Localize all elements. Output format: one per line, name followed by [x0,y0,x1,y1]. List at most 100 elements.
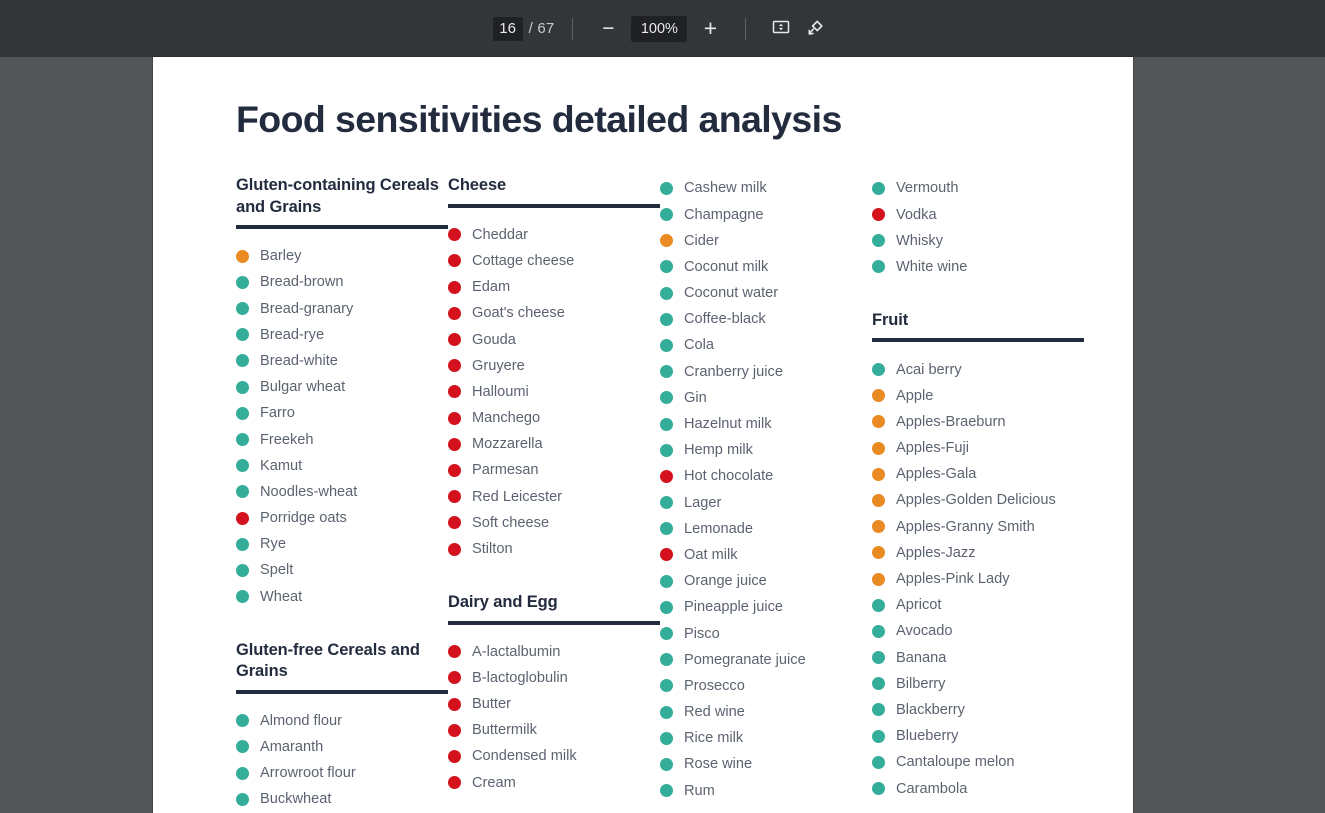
section-heading: Gluten-free Cereals and Grains [236,640,420,681]
page-number-input[interactable] [492,16,523,41]
status-dot-green-icon [236,380,249,394]
list-item: Apricot [872,592,1084,618]
list-item-label: Gouda [472,331,516,348]
list-item-label: Farro [260,405,295,422]
zoom-in-button[interactable]: + [693,12,727,46]
status-dot-green-icon [236,406,249,420]
status-dot-green-icon [660,443,673,457]
list-item-label: Bread-white [260,352,338,369]
list-item: Bilberry [872,671,1084,697]
status-dot-green-icon [872,260,885,274]
list-item: Vodka [872,201,1084,227]
list-item: Soft cheese [448,510,660,536]
status-dot-red-icon [448,306,461,320]
list-item: Coconut water [660,280,872,306]
list-item-label: Whisky [896,232,944,249]
section: Cashew milk Champagne Cider Coconut milk Coc… [660,175,872,804]
zoom-out-button[interactable]: − [591,12,625,46]
status-dot-green-icon [872,598,885,612]
status-dot-red-icon [448,776,461,790]
item-list: Acai berry Apple Apples-Braeburn Apples-Fuj… [872,356,1084,801]
status-dot-red-icon [448,411,461,425]
list-item-label: Arrowroot flour [260,765,356,782]
section: Fruit Acai berry Apple Apples-Braeburn Apple… [872,310,1084,802]
page-total-label: / 67 [528,20,555,37]
list-item: Bread-granary [236,296,448,322]
list-item-label: Bread-brown [260,274,344,291]
list-item-label: Manchego [472,410,541,427]
list-item: Coffee-black [660,306,872,332]
status-dot-green-icon [660,312,673,326]
list-item: Acai berry [872,356,1084,382]
status-dot-orange-icon [872,389,885,403]
list-item: Oat milk [660,542,872,568]
list-item: Apples-Jazz [872,540,1084,566]
list-item-label: Wheat [260,588,303,605]
list-item: Farro [236,400,448,426]
status-dot-red-icon [448,697,461,711]
list-item: Freekeh [236,426,448,452]
rotate-button[interactable] [798,12,832,46]
list-item: White wine [872,254,1084,280]
list-item: Edam [448,274,660,300]
status-dot-red-icon [448,333,461,347]
list-item: Blackberry [872,697,1084,723]
list-item: Parmesan [448,457,660,483]
list-item-label: Freekeh [260,431,314,448]
section-rule [448,620,660,625]
list-item: Carambola [872,775,1084,801]
status-dot-green-icon [236,302,249,316]
list-item: Champagne [660,201,872,227]
list-item-label: Banana [896,649,947,666]
status-dot-green-icon [872,624,885,638]
status-dot-red-icon [448,228,461,242]
list-item-label: Almond flour [260,712,342,729]
page-content: Food sensitivities detailed analysis Glu… [236,98,1133,813]
list-item-label: Champagne [684,206,764,223]
list-item: Mozzarella [448,431,660,457]
status-dot-green-icon [236,328,249,342]
list-item: Prosecco [660,673,872,699]
list-item: Red Leicester [448,484,660,510]
list-item: Bread-white [236,348,448,374]
list-item-label: Cottage cheese [472,252,575,269]
status-dot-red-icon [660,469,673,483]
list-item: Spelt [236,557,448,583]
status-dot-green-icon [236,766,249,780]
list-item: Cheddar [448,222,660,248]
item-list: Almond flour Amaranth Arrowroot flour Buckw… [236,708,448,813]
zoom-level-display[interactable]: 100% [631,15,688,42]
status-dot-green-icon [660,705,673,719]
list-item: Condensed milk [448,743,660,769]
list-item-label: Oat milk [684,546,738,563]
list-item-label: Apples-Braeburn [896,413,1006,430]
list-item-label: Edam [472,279,511,296]
column-4: Vermouth Vodka Whisky White wine Fruit Acai b… [872,175,1084,812]
status-dot-orange-icon [872,572,885,586]
list-item: Apples-Granny Smith [872,514,1084,540]
status-dot-green-icon [660,417,673,431]
list-item: Apples-Pink Lady [872,566,1084,592]
list-item-label: Acai berry [896,361,962,378]
status-dot-green-icon [872,729,885,743]
fit-to-page-button[interactable] [764,12,798,46]
list-item-label: Gin [684,389,707,406]
list-item: Goat's cheese [448,300,660,326]
status-dot-red-icon [448,463,461,477]
list-item-label: Lemonade [684,520,753,537]
status-dot-green-icon [872,651,885,665]
status-dot-green-icon [660,391,673,405]
list-item-label: Prosecco [684,677,745,694]
list-item-label: Porridge oats [260,510,347,527]
list-item-label: Kamut [260,457,303,474]
status-dot-red-icon [236,511,249,525]
list-item: Rose wine [660,751,872,777]
list-item-label: Rice milk [684,730,744,747]
list-item: Pomegranate juice [660,647,872,673]
section-rule [236,689,448,694]
list-item: Red wine [660,699,872,725]
status-dot-green-icon [872,234,885,248]
list-item: Rice milk [660,725,872,751]
list-item-label: Gruyere [472,357,525,374]
toolbar-divider-2 [745,17,747,40]
